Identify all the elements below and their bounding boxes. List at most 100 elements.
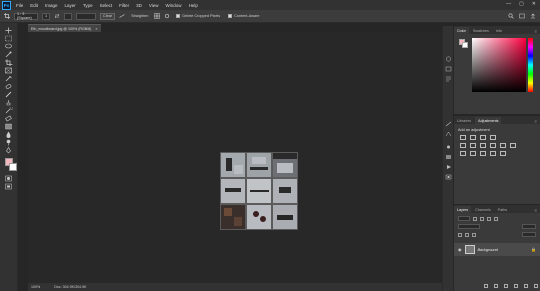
clone-stamp-icon[interactable] (4, 99, 13, 106)
screen-mode-icon[interactable] (4, 183, 13, 190)
menu-image[interactable]: Image (45, 3, 58, 8)
new-adjustment-icon[interactable] (514, 284, 518, 288)
blend-mode-select[interactable] (458, 224, 480, 229)
invert-icon[interactable] (460, 151, 466, 156)
layer-style-icon[interactable] (494, 284, 498, 288)
menu-layer[interactable]: Layer (65, 3, 76, 8)
healing-brush-icon[interactable] (4, 83, 13, 90)
tab-paths[interactable]: Paths (495, 206, 510, 213)
brightness-contrast-icon[interactable] (460, 135, 466, 140)
menu-3d[interactable]: 3D (136, 3, 142, 8)
posterize-icon[interactable] (470, 151, 476, 156)
workspace-icon[interactable] (519, 13, 525, 19)
lock-icon[interactable]: 🔒 (531, 247, 536, 252)
filter-type-icon[interactable] (487, 216, 491, 221)
content-aware-option[interactable]: Content-Aware (226, 13, 261, 20)
character-panel-icon[interactable] (445, 131, 452, 137)
crop-tool-icon[interactable] (4, 13, 10, 19)
maximize-button[interactable]: ▢ (519, 1, 524, 7)
straighten-label[interactable]: Straighten (129, 13, 150, 20)
search-icon[interactable] (508, 13, 514, 19)
frame-tool-icon[interactable] (4, 67, 13, 74)
filter-shape-icon[interactable] (494, 216, 498, 221)
panel-menu-icon[interactable]: ≡ (535, 29, 537, 34)
menu-window[interactable]: Window (166, 3, 182, 8)
photo-filter-icon[interactable] (500, 143, 506, 148)
lock-all-icon[interactable] (472, 232, 476, 237)
close-button[interactable]: ✕ (532, 1, 536, 7)
brush-settings-icon[interactable] (445, 121, 452, 127)
properties-panel-icon[interactable] (445, 66, 452, 72)
resolution-field[interactable] (76, 12, 96, 20)
opacity-field[interactable] (522, 224, 536, 229)
background-color-swatch[interactable] (9, 163, 17, 171)
tab-swatches[interactable]: Swatches (470, 27, 492, 34)
levels-icon[interactable] (470, 135, 476, 140)
menu-file[interactable]: File (16, 3, 23, 8)
eraser-icon[interactable] (4, 115, 13, 122)
color-balance-icon[interactable] (480, 143, 486, 148)
lock-position-icon[interactable] (465, 232, 469, 237)
layer-kind-filter[interactable] (458, 216, 470, 221)
history-brush-icon[interactable] (4, 106, 14, 114)
brush-tool-icon[interactable] (4, 91, 13, 98)
pen-tool-icon[interactable] (4, 146, 13, 154)
panel-menu-icon[interactable]: ≡ (535, 208, 537, 213)
visibility-eye-icon[interactable]: ◉ (458, 247, 462, 252)
ratio-select[interactable]: 1 : 3 (Square) (14, 12, 38, 20)
tab-layers[interactable]: Layers (454, 206, 472, 213)
blur-icon[interactable] (4, 131, 13, 138)
new-group-icon[interactable] (524, 284, 528, 288)
layer-name[interactable]: Background (478, 248, 498, 252)
channel-mixer-icon[interactable] (510, 143, 516, 148)
exposure-icon[interactable] (490, 135, 496, 140)
lasso-tool-icon[interactable] (4, 43, 13, 50)
black-white-icon[interactable] (490, 143, 496, 148)
clear-button[interactable]: Clear (100, 12, 116, 20)
add-mask-icon[interactable] (504, 284, 508, 288)
share-icon[interactable] (530, 13, 536, 19)
fill-field[interactable] (522, 232, 536, 237)
delete-cropped-option[interactable]: Delete Cropped Pixels (174, 13, 222, 20)
overlay-grid-icon[interactable] (154, 13, 161, 19)
gear-icon[interactable] (164, 13, 170, 19)
document-tab-close[interactable]: × (95, 27, 97, 31)
quick-mask-icon[interactable] (4, 175, 13, 182)
hue-slider[interactable] (528, 38, 533, 92)
menu-select[interactable]: Select (100, 3, 113, 8)
hue-saturation-icon[interactable] (470, 143, 476, 148)
color-picker-field[interactable] (472, 38, 526, 92)
tab-libraries[interactable]: Libraries (454, 117, 474, 124)
selective-color-icon[interactable] (500, 151, 506, 156)
panel-menu-icon[interactable]: ≡ (535, 119, 537, 124)
delete-cropped-checkbox[interactable] (176, 14, 181, 18)
gradient-map-icon[interactable] (490, 151, 496, 156)
dodge-icon[interactable] (4, 139, 13, 146)
tab-channels[interactable]: Channels (472, 206, 494, 213)
curves-icon[interactable] (480, 135, 486, 140)
new-layer-icon[interactable] (534, 284, 538, 288)
content-aware-checkbox[interactable] (228, 14, 233, 18)
filter-pixel-icon[interactable] (473, 216, 477, 221)
tab-color[interactable]: Color (454, 27, 469, 34)
actions-panel-icon[interactable] (445, 164, 452, 170)
threshold-icon[interactable] (480, 151, 486, 156)
styles-panel-icon[interactable] (445, 154, 452, 160)
straighten-icon[interactable] (119, 13, 125, 19)
panel-background-swatch[interactable] (462, 42, 468, 48)
gradient-icon[interactable] (4, 123, 13, 130)
lock-pixels-icon[interactable] (458, 232, 462, 237)
zoom-level[interactable]: 100% (31, 285, 40, 289)
tab-adjustments[interactable]: Adjustments (475, 117, 502, 124)
link-layers-icon[interactable] (484, 284, 488, 288)
swap-icon[interactable] (54, 13, 60, 19)
document-info[interactable]: Doc: 304.9K/304.9K (54, 285, 86, 289)
tab-info[interactable]: Info (493, 27, 505, 34)
menu-view[interactable]: View (149, 3, 159, 8)
eyedropper-icon[interactable] (4, 75, 13, 82)
crop-icon[interactable] (4, 59, 13, 66)
document-tab[interactable]: Eth_moodboard.jpg @ 100% (RGB/8) × (28, 24, 101, 32)
ratio-height-field[interactable] (64, 12, 72, 20)
move-tool-icon[interactable] (4, 27, 13, 34)
marquee-tool-icon[interactable] (4, 35, 13, 42)
